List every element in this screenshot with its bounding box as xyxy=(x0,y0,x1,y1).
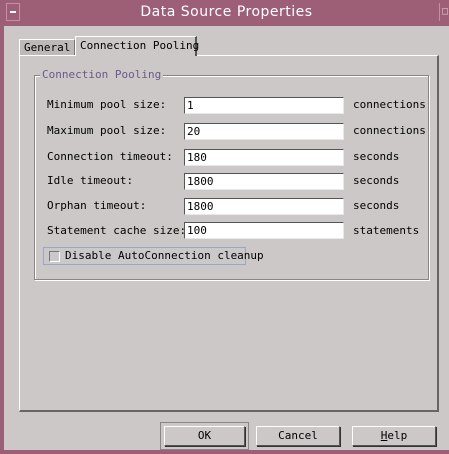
disable-autoconnection-cleanup-label: Disable AutoConnection cleanup xyxy=(65,249,264,262)
min-pool-size-input[interactable]: 1 xyxy=(184,97,344,114)
statement-cache-size-input[interactable]: 100 xyxy=(184,222,344,239)
statement-cache-size-label: Statement cache size: xyxy=(47,224,187,237)
connection-timeout-label: Connection timeout: xyxy=(47,150,173,163)
max-pool-size-unit: connections xyxy=(353,124,426,137)
title-bar[interactable]: Data Source Properties □ xyxy=(4,0,449,26)
disable-autoconnection-cleanup-checkbox[interactable] xyxy=(49,251,60,262)
disable-autoconnection-cleanup-option[interactable]: Disable AutoConnection cleanup xyxy=(43,247,264,265)
idle-timeout-label: Idle timeout: xyxy=(47,174,134,187)
orphan-timeout-unit: seconds xyxy=(353,199,400,212)
cancel-button[interactable]: Cancel xyxy=(256,426,340,446)
idle-timeout-unit: seconds xyxy=(353,174,400,187)
max-pool-size-input[interactable]: 20 xyxy=(184,123,344,140)
orphan-timeout-label: Orphan timeout: xyxy=(47,199,147,212)
window-title: Data Source Properties xyxy=(140,4,313,20)
max-pool-size-label: Maximum pool size: xyxy=(47,124,167,137)
window-close-icon[interactable]: □ xyxy=(439,3,449,21)
idle-timeout-input[interactable]: 1800 xyxy=(184,173,344,190)
tab-connection-pooling[interactable]: Connection Pooling xyxy=(75,36,199,56)
orphan-timeout-input[interactable]: 1800 xyxy=(184,198,344,215)
group-legend: Connection Pooling xyxy=(40,68,164,82)
ok-button[interactable]: OK xyxy=(164,426,245,446)
connection-timeout-unit: seconds xyxy=(353,150,400,163)
min-pool-size-unit: connections xyxy=(353,98,426,111)
connection-timeout-input[interactable]: 180 xyxy=(184,149,344,166)
help-label-rest: elp xyxy=(387,429,408,442)
help-button[interactable]: Help xyxy=(352,426,436,446)
tab-general[interactable]: General xyxy=(19,39,75,55)
statement-cache-size-unit: statements xyxy=(353,224,420,237)
min-pool-size-label: Minimum pool size: xyxy=(47,98,167,111)
